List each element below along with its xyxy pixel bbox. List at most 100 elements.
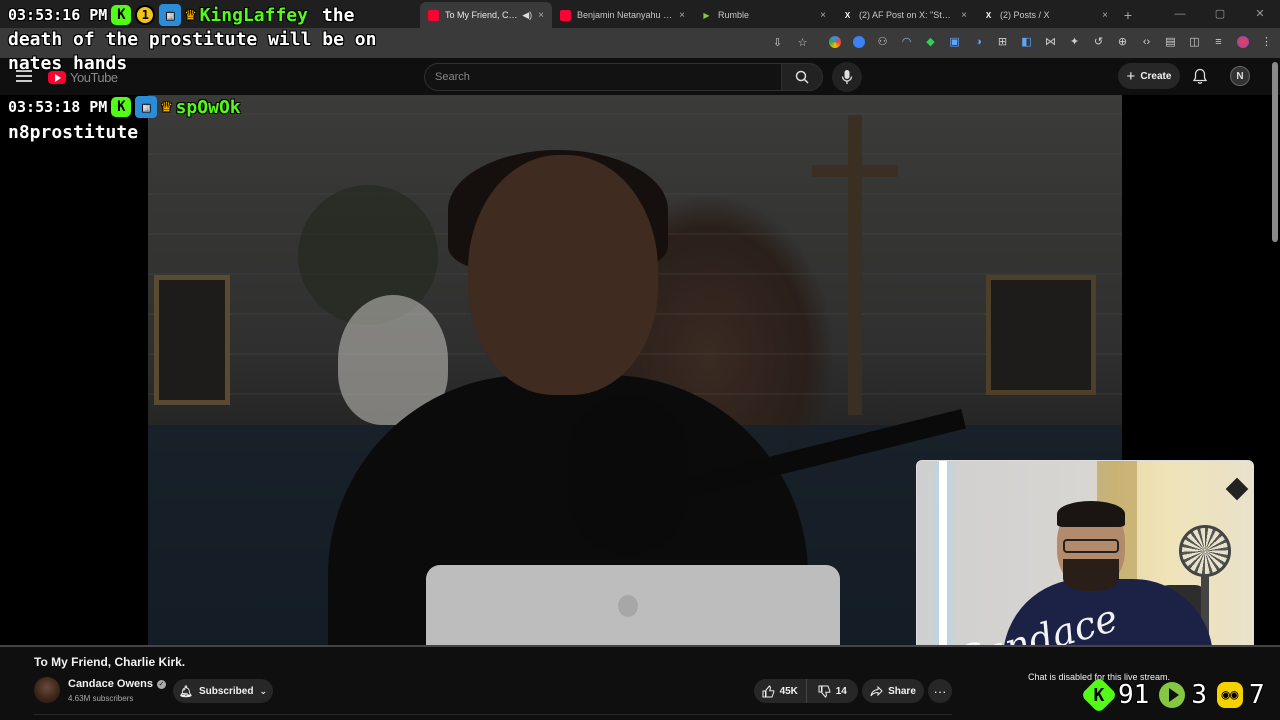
number-badge-icon: 1 [135,5,156,25]
address-bar-icons: ⇩ ☆ [770,35,810,50]
kick-viewer-count: 91 [1118,680,1150,710]
close-tab-icon[interactable]: × [538,10,544,21]
dislike-count: 14 [835,685,847,697]
extension-icon[interactable]: ◧ [1019,34,1034,49]
tab-x-posts[interactable]: X (2) Posts / X × [975,2,1116,28]
video-player[interactable]: Candace [0,95,1280,684]
profile-icon[interactable] [1235,34,1250,49]
side-panel-icon[interactable]: ◫ [1187,34,1202,49]
streamer-beard [1063,559,1119,591]
extension-icon[interactable]: ⚇ [875,34,890,49]
extension-icon[interactable]: ◆ [923,34,938,49]
search-icon [795,70,809,84]
light-strip [939,461,947,649]
thumbs-up-icon [762,684,774,697]
chat-text: nates hands [8,53,128,74]
tab-x-af-post[interactable]: X (2) AF Post on X: "Steve Ba × [834,2,975,28]
code-icon[interactable]: ‹› [1139,34,1154,49]
search-button[interactable] [781,63,823,91]
bell-icon: 🔔︎ [179,685,193,698]
close-tab-icon[interactable]: × [820,10,826,21]
new-tab-button[interactable]: + [1116,2,1140,28]
x-favicon-icon: X [844,10,851,20]
extension-icon[interactable] [851,34,866,49]
search-input[interactable]: Search [424,63,782,91]
window-controls: — ▢ ✕ [1160,0,1280,28]
tab-youtube-charlie-kirk[interactable]: To My Friend, Charlie Kirk ◀) × [420,2,552,28]
crown-icon: ♛ [161,97,172,117]
chat-username: spOwOk [175,96,241,118]
more-actions-button[interactable]: ··· [928,679,952,703]
divider [34,714,952,715]
subscribed-button[interactable]: 🔔︎ Subscribed ⌄ [173,679,273,703]
speaker-icon[interactable]: ◀) [522,10,532,21]
tab-youtube-netanyahu[interactable]: Benjamin Netanyahu share × [552,2,693,28]
kick-logo-icon: K [1080,676,1118,714]
plus-icon: + [1126,67,1136,85]
dislike-button[interactable]: 14 [807,679,859,703]
progress-track[interactable] [0,645,1280,647]
laptop-logo-icon [618,595,638,617]
extension-icon[interactable]: ⋈ [1043,34,1058,49]
maximize-icon[interactable]: ▢ [1200,0,1240,28]
crucifix-arm [812,165,898,177]
subscriber-count: 4.63M subscribers [68,694,134,703]
extension-icon[interactable]: ◑ [971,34,986,49]
minimize-icon[interactable]: — [1160,0,1200,28]
fan-icon [1179,525,1231,577]
crucifix [848,115,862,415]
share-button[interactable]: Share [862,679,924,703]
subscribed-label: Subscribed [198,685,254,697]
share-arrow-icon [870,685,883,696]
chat-text: n8prostitute [8,122,139,143]
notifications-bell-icon[interactable] [1192,68,1208,90]
video-title: To My Friend, Charlie Kirk. [34,655,186,669]
chevron-down-icon: ⌄ [259,685,267,696]
menu-kebab-icon[interactable]: ⋮ [1259,34,1274,49]
close-window-icon[interactable]: ✕ [1240,0,1280,28]
bookmark-star-icon[interactable]: ☆ [795,35,810,50]
like-count: 45K [779,685,798,697]
chat-timestamp: 03:53:16 PM [8,6,108,24]
chat-text: death of the prostitute will be on [8,29,377,50]
channel-name[interactable]: Candace Owens ✓ [68,678,166,690]
subscriber-badge-icon: ▦ [159,4,182,26]
puzzle-icon[interactable]: ✦ [1067,34,1082,49]
chat-message: 03:53:16 PM K 1 ▦ ♛ KingLaffey the death… [8,4,376,74]
youtube-favicon-icon [560,9,571,21]
tab-rumble[interactable]: ▶ Rumble × [693,2,834,28]
reading-list-icon[interactable]: ▤ [1163,34,1178,49]
install-app-icon[interactable]: ⇩ [770,35,785,50]
close-tab-icon[interactable]: × [679,10,685,21]
extension-icon[interactable]: ◠ [899,34,914,49]
cast-icon[interactable]: ≡ [1211,34,1226,49]
channel-name-text: Candace Owens [68,678,153,690]
youtube-viewer-count: 7 [1248,680,1265,710]
channel-avatar[interactable] [34,677,60,703]
extension-icon[interactable]: ⊕ [1115,34,1130,49]
page-scrollbar[interactable] [1272,62,1278,242]
x-favicon-icon: X [985,10,992,20]
thumbs-down-icon [818,685,830,698]
close-tab-icon[interactable]: × [1102,10,1108,21]
tab-title: (2) Posts / X [1000,10,1050,20]
streamer-glasses [1063,539,1119,553]
extension-icon[interactable]: ▣ [947,34,962,49]
microphone-icon [841,70,853,84]
stream-viewer-stats: K 91 3 ◉◉ 7 [1080,676,1265,714]
create-button[interactable]: + Create [1118,63,1180,89]
extension-icon[interactable]: ⊞ [995,34,1010,49]
extension-icon[interactable] [827,34,842,49]
verified-check-icon: ✓ [156,679,166,689]
lamp-icon [1225,477,1249,501]
history-icon[interactable]: ↺ [1091,34,1106,49]
close-tab-icon[interactable]: × [961,10,967,21]
voice-search-button[interactable] [832,62,862,92]
extensions-row: ⚇ ◠ ◆ ▣ ◑ ⊞ ◧ ⋈ ✦ ↺ ⊕ ‹› ▤ ◫ ≡ ⋮ [827,34,1274,49]
account-avatar[interactable]: N [1230,66,1250,86]
kick-badge-icon: K [111,97,132,117]
podcast-microphone [568,395,688,555]
speaker-head [468,155,658,395]
like-button[interactable]: 45K [754,679,807,703]
chat-message: 03:53:18 PM K ▦ ♛ spOwOk n8prostitute [8,96,241,143]
